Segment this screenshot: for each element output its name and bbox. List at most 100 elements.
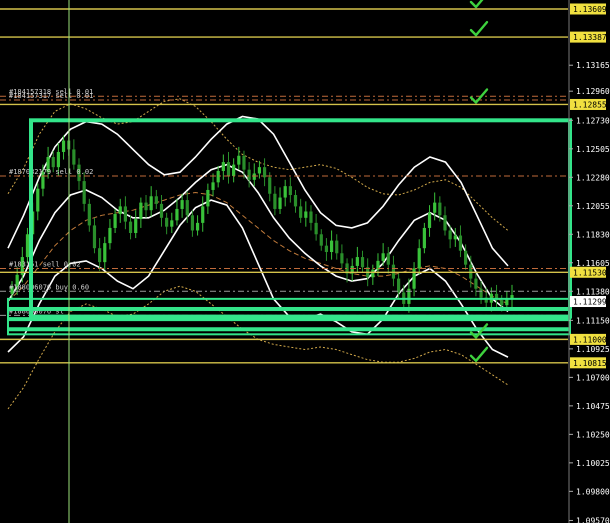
candle-body xyxy=(283,186,287,198)
candle-body xyxy=(98,248,102,263)
candle-body xyxy=(159,203,164,218)
candle-body xyxy=(443,215,447,231)
candle-body xyxy=(396,278,401,293)
support-zone-line[interactable] xyxy=(8,317,570,322)
candle-body xyxy=(412,268,416,289)
order-label: #183151 sell 0.02 xyxy=(9,260,81,268)
candle-body xyxy=(329,240,334,253)
candle-body xyxy=(324,245,329,253)
candle-body xyxy=(216,170,220,183)
candle-body xyxy=(252,173,256,180)
candle-body xyxy=(206,189,210,207)
level-price-text: 1.11530 xyxy=(573,268,607,277)
candle-body xyxy=(149,196,153,211)
candle-body xyxy=(211,182,215,190)
axis-tick-label: 1.11150 xyxy=(576,316,610,325)
candle-body xyxy=(221,162,225,171)
axis-tick-label: 1.10025 xyxy=(576,459,610,468)
candle-body xyxy=(247,169,251,180)
level-price-text: 1.12855 xyxy=(573,100,607,109)
candle-body xyxy=(304,211,308,218)
candle-body xyxy=(335,240,339,254)
axis-tick-label: 1.11605 xyxy=(576,259,610,268)
candle-body xyxy=(61,140,66,152)
support-zone-line[interactable] xyxy=(8,327,570,332)
axis-tick-label: 1.09800 xyxy=(576,487,610,496)
candle-body xyxy=(257,167,262,174)
order-label: #188006076 buy 0.60 xyxy=(9,283,89,291)
candle-body xyxy=(51,157,55,168)
axis-tick-label: 1.11830 xyxy=(576,230,610,239)
candle-body xyxy=(479,288,483,298)
level-price-text: 1.13609 xyxy=(573,5,607,14)
candle-body xyxy=(92,225,97,249)
candle-body xyxy=(299,206,303,218)
candle-body xyxy=(113,214,117,228)
axis-tick-label: 1.12505 xyxy=(576,145,610,154)
candle-body xyxy=(56,151,60,168)
axis-tick-label: 1.12280 xyxy=(576,173,610,182)
candle-body xyxy=(118,206,122,215)
candle-body xyxy=(355,257,359,266)
price-chart[interactable]: #184157318 sell 0.01#184157317 sell 0.01… xyxy=(0,0,610,523)
candle-body xyxy=(242,155,246,170)
candle-body xyxy=(201,206,205,223)
candle-body xyxy=(123,206,128,222)
candle-body xyxy=(165,217,169,227)
candle-body xyxy=(386,253,390,265)
order-label: #184157317 sell 0.01 xyxy=(9,92,93,100)
axis-tick-label: 1.12960 xyxy=(576,87,610,96)
axis-tick-label: 1.10475 xyxy=(576,402,610,411)
candle-body xyxy=(319,234,323,246)
candle-body xyxy=(288,186,292,196)
candle-body xyxy=(154,196,158,204)
current-price-text: 1.11299 xyxy=(573,298,607,307)
candle-body xyxy=(180,200,184,209)
candle-body xyxy=(268,177,272,194)
candle-body xyxy=(190,215,195,231)
candle-body xyxy=(108,227,112,244)
candle-body xyxy=(226,162,231,177)
candle-body xyxy=(36,188,40,212)
candle-body xyxy=(427,212,432,228)
level-price-text: 1.11000 xyxy=(573,335,607,344)
candle-body xyxy=(139,202,143,220)
axis-tick-label: 1.10250 xyxy=(576,430,610,439)
candle-body xyxy=(273,193,277,209)
candle-body xyxy=(144,202,148,211)
support-zone-line[interactable] xyxy=(8,306,570,311)
level-price-text: 1.13387 xyxy=(573,33,607,42)
axis-tick-label: 1.10925 xyxy=(576,345,610,354)
candle-body xyxy=(474,278,478,289)
candle-body xyxy=(232,164,236,177)
candle-body xyxy=(438,202,442,216)
axis-tick-label: 1.10700 xyxy=(576,373,610,382)
candle-body xyxy=(371,269,375,278)
candle-body xyxy=(433,202,437,213)
chart-background xyxy=(0,0,610,523)
candle-body xyxy=(500,300,504,306)
candle-body xyxy=(340,253,344,264)
candle-body xyxy=(72,149,76,165)
candle-body xyxy=(262,167,267,178)
candle-body xyxy=(237,155,241,165)
candle-body xyxy=(309,211,313,223)
candle-body xyxy=(278,197,282,209)
candle-body xyxy=(25,234,30,258)
candle-body xyxy=(448,230,452,240)
candle-body xyxy=(170,220,174,227)
candle-body xyxy=(134,219,138,234)
axis-tick-label: 1.12055 xyxy=(576,202,610,211)
candle-body xyxy=(185,200,189,216)
candle-body xyxy=(453,235,457,240)
axis-tick-label: 1.11380 xyxy=(576,287,610,296)
axis-tick-label: 1.12730 xyxy=(576,116,610,125)
axis-tick-label: 1.13165 xyxy=(576,61,610,70)
level-price-text: 1.10815 xyxy=(573,359,607,368)
candle-body xyxy=(422,227,426,249)
candle-body xyxy=(314,222,318,235)
candle-body xyxy=(175,208,179,221)
candle-body xyxy=(293,195,298,207)
candle-body xyxy=(103,243,107,263)
axis-tick-label: 1.09570 xyxy=(576,516,610,523)
